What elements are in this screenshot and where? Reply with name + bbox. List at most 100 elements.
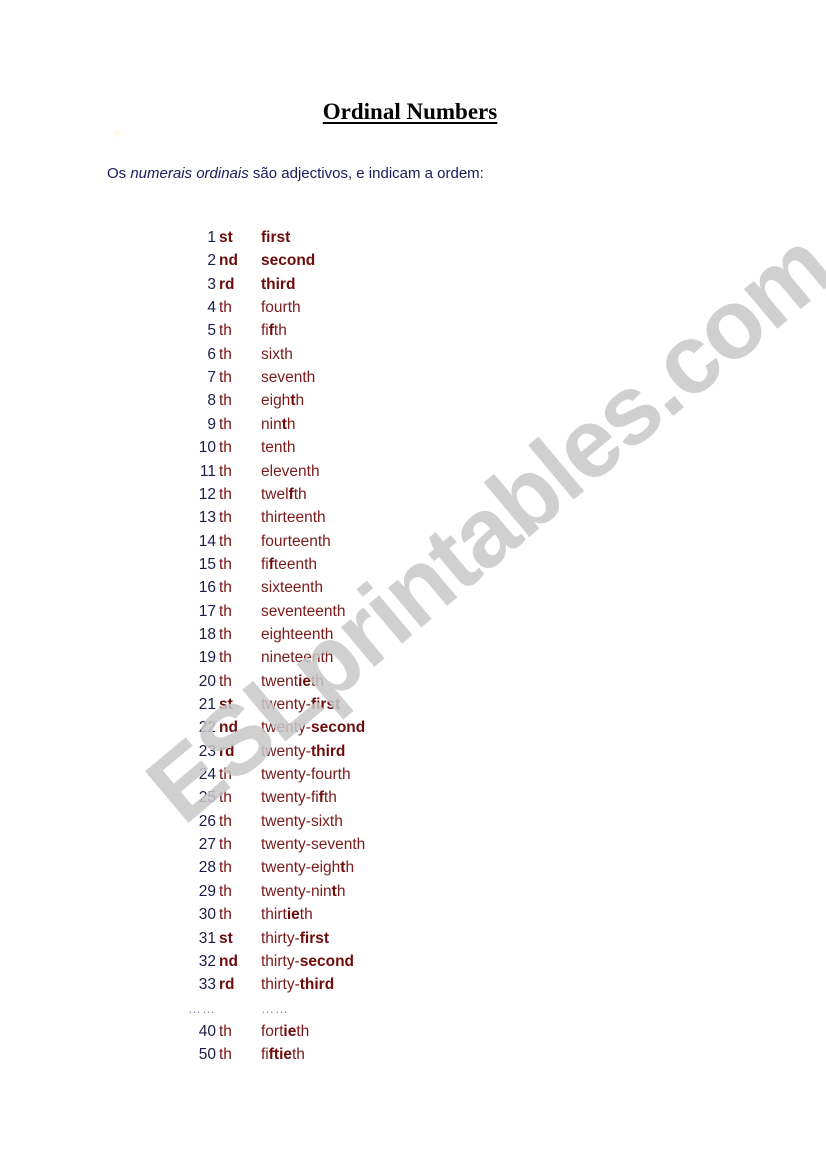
intro-before: Os: [107, 165, 131, 182]
ordinal-word: fifth: [261, 321, 287, 341]
ordinal-word: twenty-fourth: [261, 765, 351, 785]
ordinal-suffix: th: [219, 439, 232, 457]
word-part: th: [323, 789, 337, 807]
ordinal-word: eighth: [261, 391, 304, 411]
ordinal-suffix: th: [219, 882, 232, 900]
emphasized-letters: ftie: [268, 1046, 292, 1064]
word-part: twenty-: [261, 719, 311, 737]
ordinal-suffix: th: [219, 392, 232, 410]
ordinal-word: twentieth: [261, 672, 324, 692]
ordinal-suffix: th: [219, 555, 232, 573]
ordinal-suffix: nd: [219, 952, 238, 970]
ordinal-number: 3: [207, 275, 216, 293]
ordinal-number: 4: [207, 299, 216, 317]
word-part: th: [292, 1046, 305, 1064]
ordinal-suffix: th: [219, 859, 232, 877]
emphasized-letters: first: [310, 696, 341, 713]
word-part: h: [295, 392, 305, 410]
ordinal-word: twenty-first: [261, 695, 340, 715]
ordinal-word: seventeenth: [261, 602, 345, 622]
word-part: fourth: [261, 299, 301, 317]
word-part: fi: [261, 322, 269, 340]
word-part: fourteenth: [261, 532, 331, 550]
ordinal-number: 17: [198, 602, 216, 620]
ordinal-suffix: th: [219, 602, 232, 620]
word-part: fi: [261, 555, 269, 573]
word-part: nin: [261, 415, 282, 433]
ordinal-suffix: th: [219, 625, 232, 643]
title-text: Ordinal Numbers: [322, 99, 498, 124]
emphasized-letters: second: [310, 719, 366, 737]
worksheet-page: Ordinal Numbers Os numerais ordinais são…: [0, 0, 826, 1169]
ordinal-number: 15: [198, 555, 216, 573]
ordinal-number: 16: [198, 579, 216, 597]
word-part: thirt: [261, 906, 287, 924]
word-part: seventh: [261, 369, 316, 387]
ordinal-suffix: th: [219, 789, 232, 807]
ordinal-word: eighteenth: [261, 625, 333, 645]
intro-italic: numerais ordinais: [130, 165, 249, 182]
ordinal-number: 2: [207, 252, 216, 270]
word-part: h: [345, 859, 355, 877]
ordinal-word: seventh: [261, 368, 315, 388]
ordinal-number: 8: [207, 392, 216, 410]
word-part: thirty-: [261, 952, 300, 970]
intro-after: são adjectivos, e indicam a ordem:: [248, 165, 484, 182]
ordinal-word: tenth: [261, 438, 295, 458]
ordinal-suffix: th: [219, 766, 232, 784]
ordinal-suffix: st: [219, 929, 233, 947]
ordinal-suffix: th: [219, 672, 232, 690]
ordinal-suffix: th: [219, 322, 232, 340]
ordinal-suffix: rd: [219, 976, 235, 994]
ordinal-number: 5: [207, 322, 216, 340]
ordinal-number: ……: [188, 1000, 216, 1016]
ordinal-number: 32: [198, 952, 216, 970]
ordinal-number: 28: [198, 859, 216, 877]
ordinal-word: fortieth: [261, 1022, 309, 1042]
word-part: twenty-nin: [261, 882, 332, 900]
ordinal-number: 31: [198, 929, 216, 947]
ordinal-suffix: rd: [219, 742, 235, 760]
word-part: ……: [261, 1000, 289, 1016]
ordinal-suffix: th: [219, 836, 232, 854]
ordinal-number: 13: [198, 509, 216, 527]
ordinal-word: twenty-eighth: [261, 858, 354, 878]
ordinal-word: sixth: [261, 345, 293, 365]
ordinal-suffix: th: [219, 415, 232, 433]
ordinal-number: 24: [198, 766, 216, 784]
ordinal-word: fifteenth: [261, 555, 317, 575]
ordinal-word: thirteenth: [261, 508, 326, 528]
ordinal-suffix: th: [219, 462, 232, 480]
word-part: twent: [261, 672, 299, 690]
ordinal-suffix: th: [219, 369, 232, 387]
ordinal-number: 30: [198, 906, 216, 924]
word-part: twenty-sixth: [261, 812, 343, 830]
word-part: th: [273, 322, 287, 340]
emphasized-letters: second: [261, 252, 316, 270]
word-part: sixteenth: [261, 579, 324, 597]
ordinal-number: 50: [198, 1046, 216, 1064]
ordinal-number: 27: [198, 836, 216, 854]
word-part: tenth: [261, 439, 296, 457]
ordinal-number: 20: [198, 672, 216, 690]
ordinal-word: third: [261, 275, 295, 295]
ordinal-word: thirty-second: [261, 952, 354, 972]
ordinal-number: 7: [207, 369, 216, 387]
ordinal-word: nineteenth: [261, 648, 333, 668]
intro-sentence: Os numerais ordinais são adjectivos, e i…: [107, 165, 484, 182]
ordinal-word: ninth: [261, 415, 295, 435]
ordinal-number: 29: [198, 882, 216, 900]
ordinal-number: 19: [198, 649, 216, 667]
ordinal-suffix: th: [219, 299, 232, 317]
word-part: th: [299, 906, 313, 924]
ordinal-suffix: th: [219, 485, 232, 503]
ordinal-word: twenty-fifth: [261, 788, 337, 808]
ordinal-suffix: rd: [219, 275, 235, 293]
decorative-dot: [112, 128, 122, 138]
emphasized-letters: ie: [298, 672, 311, 690]
ordinal-word: twelfth: [261, 485, 307, 505]
word-part: sixth: [261, 345, 293, 363]
ordinal-word: thirty-first: [261, 929, 329, 949]
word-part: th: [296, 1022, 310, 1040]
emphasized-letters: first: [261, 229, 291, 246]
